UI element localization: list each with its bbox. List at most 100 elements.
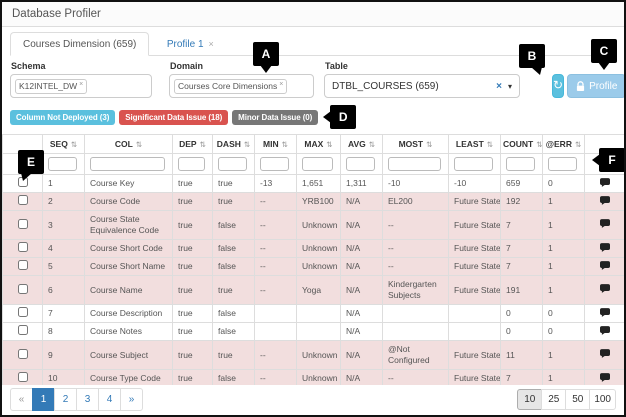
cell-count: 0: [501, 323, 543, 341]
close-tab-icon[interactable]: ×: [209, 39, 214, 49]
comment-icon[interactable]: [600, 326, 610, 335]
cell-max: Unknown: [297, 258, 341, 276]
cell-err: 0: [543, 323, 585, 341]
filter-cell-most: [383, 154, 449, 175]
filter-input-dep[interactable]: [178, 157, 205, 171]
column-header-dep[interactable]: DEP⇅: [173, 135, 213, 154]
checkbox-cell: [3, 323, 43, 341]
column-header-err[interactable]: @ERR⇅: [543, 135, 585, 154]
row-checkbox[interactable]: [18, 284, 28, 294]
table-select-value: DTBL_COURSES (659): [332, 81, 439, 92]
comment-icon[interactable]: [600, 261, 610, 270]
filter-input-count[interactable]: [506, 157, 535, 171]
filter-input-avg[interactable]: [346, 157, 375, 171]
column-header-most[interactable]: MOST⇅: [383, 135, 449, 154]
column-header-min[interactable]: MIN⇅: [255, 135, 297, 154]
pager-next[interactable]: »: [120, 388, 143, 411]
filter-input-max[interactable]: [302, 157, 333, 171]
sort-icon: ⇅: [282, 140, 288, 149]
badge-significant-data-issue[interactable]: Significant Data Issue (18): [119, 110, 228, 125]
tab-profile-1[interactable]: Profile 1×: [154, 32, 227, 56]
cell-max: Unknown: [297, 211, 341, 240]
pager-page-4[interactable]: 4: [98, 388, 121, 411]
column-header-seq[interactable]: SEQ⇅: [43, 135, 85, 154]
actions-cell: [585, 341, 625, 370]
pager-page-3[interactable]: 3: [76, 388, 99, 411]
comment-icon[interactable]: [600, 178, 610, 187]
cell-least: [449, 323, 501, 341]
column-header-dash[interactable]: DASH⇅: [213, 135, 255, 154]
cell-avg: N/A: [341, 211, 383, 240]
row-checkbox[interactable]: [18, 372, 28, 382]
comment-icon[interactable]: [600, 196, 610, 205]
pager-page-2[interactable]: 2: [54, 388, 77, 411]
filter-cell-col: [85, 154, 173, 175]
checkbox-cell: [3, 370, 43, 386]
comment-icon[interactable]: [600, 308, 610, 317]
filter-input-min[interactable]: [260, 157, 289, 171]
comment-icon[interactable]: [600, 284, 610, 293]
chevron-down-icon[interactable]: ▾: [508, 82, 512, 91]
cell-col: Course Short Name: [85, 258, 173, 276]
cell-seq: 3: [43, 211, 85, 240]
filter-input-most[interactable]: [388, 157, 441, 171]
refresh-button[interactable]: ↻: [552, 74, 564, 98]
cell-min: [255, 323, 297, 341]
cell-min: --: [255, 341, 297, 370]
table-select[interactable]: DTBL_COURSES (659) × ▾: [324, 74, 520, 98]
row-checkbox[interactable]: [18, 242, 28, 252]
cell-col: Course State Equivalence Code: [85, 211, 173, 240]
filter-input-seq[interactable]: [48, 157, 77, 171]
table-group: Table DTBL_COURSES (659) ×▾: [324, 61, 520, 98]
cell-dep: true: [173, 240, 213, 258]
cell-least: [449, 305, 501, 323]
row-checkbox[interactable]: [18, 195, 28, 205]
row-checkbox[interactable]: [18, 219, 28, 229]
schema-input[interactable]: K12INTEL_DW×: [10, 74, 152, 98]
callout-e: E: [18, 150, 44, 174]
column-header-col[interactable]: COL⇅: [85, 135, 173, 154]
remove-chip-icon[interactable]: ×: [79, 81, 83, 88]
clear-selection-icon[interactable]: ×: [496, 81, 502, 92]
column-header-least[interactable]: LEAST⇅: [449, 135, 501, 154]
badge-minor-data-issue[interactable]: Minor Data Issue (0): [232, 110, 318, 125]
page-size-100[interactable]: 100: [589, 389, 616, 410]
column-header-max[interactable]: MAX⇅: [297, 135, 341, 154]
table-row: 5Course Short Nametruefalse--UnknownN/A-…: [3, 258, 625, 276]
page-size-10[interactable]: 10: [517, 389, 542, 410]
comment-icon[interactable]: [600, 373, 610, 382]
page-size-25[interactable]: 25: [541, 389, 566, 410]
badge-column-not-deployed[interactable]: Column Not Deployed (3): [10, 110, 115, 125]
filter-input-dash[interactable]: [218, 157, 247, 171]
filter-input-err[interactable]: [548, 157, 577, 171]
schema-group: Schema K12INTEL_DW×: [10, 61, 152, 98]
row-checkbox[interactable]: [18, 325, 28, 335]
row-checkbox[interactable]: [18, 349, 28, 359]
profile-button[interactable]: Profile: [567, 74, 626, 98]
filter-input-col[interactable]: [90, 157, 165, 171]
cell-dep: true: [173, 341, 213, 370]
remove-chip-icon[interactable]: ×: [279, 81, 283, 88]
pager-prev[interactable]: «: [10, 388, 33, 411]
sort-icon: ⇅: [244, 140, 250, 149]
column-header-avg[interactable]: AVG⇅: [341, 135, 383, 154]
table-body: 1Course Keytruetrue-131,6511,311-10-1065…: [3, 175, 625, 386]
page-size-50[interactable]: 50: [565, 389, 590, 410]
domain-input[interactable]: Courses Core Dimensions×: [169, 74, 314, 98]
column-label: DEP: [179, 139, 196, 149]
row-checkbox[interactable]: [18, 260, 28, 270]
cell-count: 7: [501, 240, 543, 258]
table-header-row: SEQ⇅COL⇅DEP⇅DASH⇅MIN⇅MAX⇅AVG⇅MOST⇅LEAST⇅…: [3, 135, 625, 154]
pager-page-1[interactable]: 1: [32, 388, 55, 411]
filter-cell-avg: [341, 154, 383, 175]
column-header-count[interactable]: COUNT⇅: [501, 135, 543, 154]
tab-courses-dimension[interactable]: Courses Dimension (659): [10, 32, 149, 56]
filter-input-least[interactable]: [454, 157, 493, 171]
cell-min: --: [255, 193, 297, 211]
row-checkbox[interactable]: [18, 307, 28, 317]
comment-icon[interactable]: [600, 243, 610, 252]
comment-icon[interactable]: [600, 349, 610, 358]
refresh-icon: ↻: [553, 78, 563, 92]
comment-icon[interactable]: [600, 219, 610, 228]
cell-least: Future State: [449, 276, 501, 305]
